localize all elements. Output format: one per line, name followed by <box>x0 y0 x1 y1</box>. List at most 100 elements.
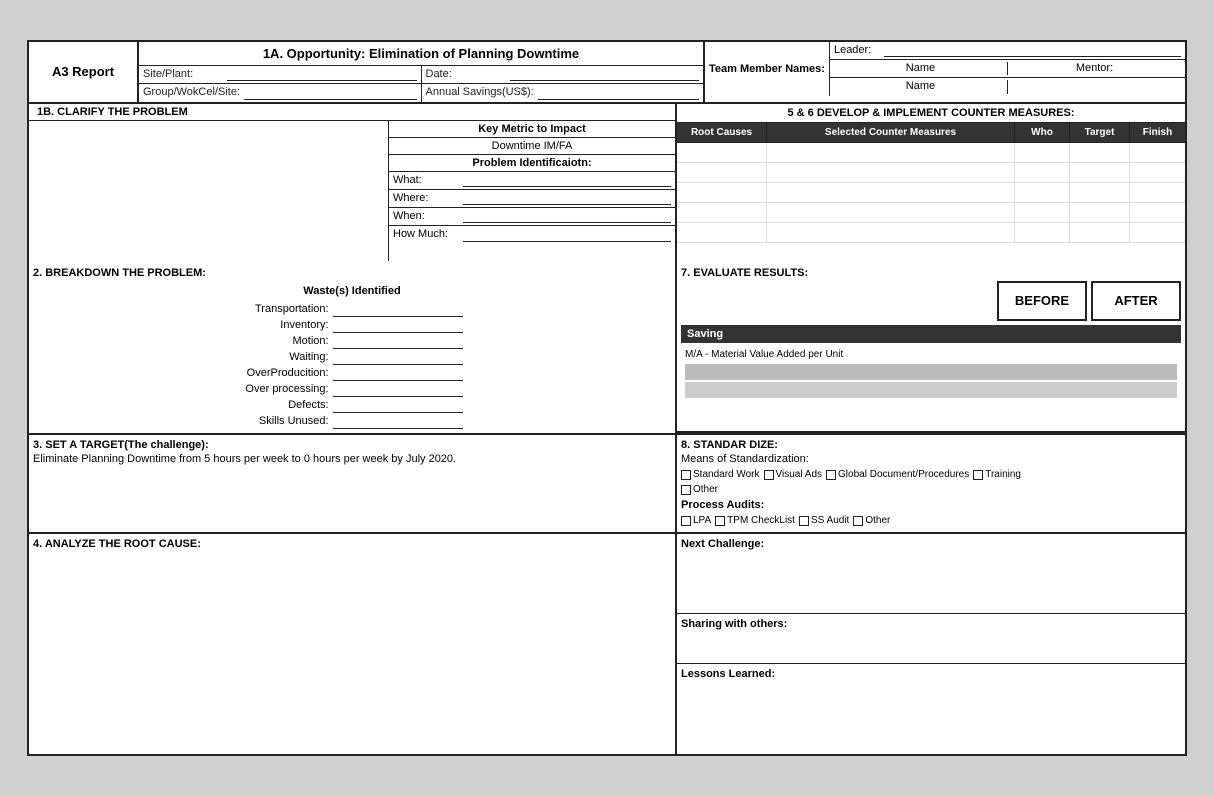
header-right: Team Member Names: Leader: Name Mentor: … <box>705 42 1185 102</box>
team-member-section: Team Member Names: Leader: Name Mentor: … <box>705 42 1185 96</box>
section-3-8-row: 3. SET A TARGET(The challenge): Eliminat… <box>29 435 1185 534</box>
clarify-body: Key Metric to Impact Downtime IM/FA Prob… <box>29 121 675 261</box>
when-label: When: <box>393 210 463 223</box>
waste-input-motion[interactable] <box>333 333 463 349</box>
waste-row-transport: Transportation: <box>241 301 462 317</box>
cb-ss[interactable]: SS Audit <box>799 515 849 526</box>
cb-lpa-box[interactable] <box>681 516 691 526</box>
sharing-section: Sharing with others: <box>677 614 1185 664</box>
section-8-title: 8. STANDAR DIZE: <box>681 439 1181 451</box>
col-finish: Finish <box>1130 123 1185 142</box>
lessons-title: Lessons Learned: <box>681 668 1181 680</box>
waste-input-skills[interactable] <box>333 413 463 429</box>
wastes-section: Waste(s) Identified Transportation: Inve… <box>33 281 671 430</box>
saving-content: M/A - Material Value Added per Unit <box>681 343 1181 404</box>
cb-standard-work[interactable]: Standard Work <box>681 469 760 480</box>
cb-other-box[interactable] <box>681 485 691 495</box>
name-row-1: Name Mentor: <box>830 60 1185 78</box>
checkboxes-row-2: Other <box>681 482 1181 497</box>
cb-training[interactable]: Training <box>973 469 1021 480</box>
col-selected-measures: Selected Counter Measures <box>767 123 1015 142</box>
section-3-text: Eliminate Planning Downtime from 5 hours… <box>33 451 671 467</box>
saving-item: M/A - Material Value Added per Unit <box>685 347 1177 362</box>
key-metric-label: Key Metric to Impact <box>389 121 675 138</box>
cb-visual-ads[interactable]: Visual Ads <box>764 469 823 480</box>
cb-tpm-box[interactable] <box>715 516 725 526</box>
counter-row-5 <box>677 223 1185 243</box>
what-row: What: <box>389 172 675 190</box>
waste-label-motion: Motion: <box>241 333 332 349</box>
section-8-inner: 8. STANDAR DIZE: Means of Standardizatio… <box>677 435 1185 532</box>
date-label: Date: <box>426 68 506 81</box>
waste-row-overproduction: OverProducition: <box>241 365 462 381</box>
col-target: Target <box>1070 123 1130 142</box>
cb-visual-box[interactable] <box>764 470 774 480</box>
name-cell-1: Name <box>834 62 1008 75</box>
clarify-left <box>29 121 389 261</box>
cb-visual-label: Visual Ads <box>776 469 823 480</box>
date-input[interactable] <box>510 68 700 81</box>
section-3-inner: 3. SET A TARGET(The challenge): Eliminat… <box>29 435 675 471</box>
mentor-value <box>1008 80 1181 94</box>
cb-standard-box[interactable] <box>681 470 691 480</box>
cb-tpm[interactable]: TPM CheckList <box>715 515 795 526</box>
section-7-inner: 7. EVALUATE RESULTS: BEFORE AFTER Saving… <box>677 261 1185 408</box>
waste-input-defects[interactable] <box>333 397 463 413</box>
site-input[interactable] <box>227 68 417 81</box>
next-challenge-section: Next Challenge: <box>677 534 1185 614</box>
cb-tpm-label: TPM CheckList <box>727 515 795 526</box>
cb-training-label: Training <box>985 469 1021 480</box>
a3-label: A3 Report <box>29 42 139 102</box>
waste-input-inventory[interactable] <box>333 317 463 333</box>
section-3-title: 3. SET A TARGET(The challenge): <box>33 439 671 451</box>
cb-other2[interactable]: Other <box>853 515 890 526</box>
group-input[interactable] <box>244 86 416 100</box>
counter-row-2 <box>677 163 1185 183</box>
before-box: BEFORE <box>997 281 1087 321</box>
saving-bar-2 <box>685 382 1177 398</box>
before-after: BEFORE AFTER <box>681 281 1181 321</box>
how-much-input[interactable] <box>463 228 671 242</box>
waste-row-motion: Motion: <box>241 333 462 349</box>
cb-ss-box[interactable] <box>799 516 809 526</box>
clarify-header: 1B. CLARIFY THE PROBLEM <box>29 104 675 121</box>
wastes-title: Waste(s) Identified <box>33 281 671 301</box>
when-input[interactable] <box>463 210 671 223</box>
leader-row: Leader: <box>830 42 1185 60</box>
wastes-table: Transportation: Inventory: Motion: <box>241 301 462 430</box>
section-7-title: 7. EVALUATE RESULTS: <box>681 265 1181 281</box>
problem-id-label: Problem Identificaiotn: <box>389 155 675 172</box>
waste-label-skills: Skills Unused: <box>241 413 332 429</box>
section-4-bottom-row: 4. ANALYZE THE ROOT CAUSE: Next Challeng… <box>29 534 1185 754</box>
section-2-title: 2. BREAKDOWN THE PROBLEM: <box>33 265 671 281</box>
name-row-2: Name <box>830 78 1185 96</box>
what-input[interactable] <box>463 174 671 187</box>
cb-other[interactable]: Other <box>681 484 718 495</box>
waste-input-overprocessing[interactable] <box>333 381 463 397</box>
key-metric-value: Downtime IM/FA <box>389 138 675 155</box>
a3-report-page: A3 Report 1A. Opportunity: Elimination o… <box>27 40 1187 757</box>
cb-lpa-label: LPA <box>693 515 711 526</box>
waste-input-waiting[interactable] <box>333 349 463 365</box>
mentor-cell: Mentor: <box>1008 62 1181 75</box>
cb-global-doc[interactable]: Global Document/Procedures <box>826 469 969 480</box>
section-1b-title: 1B. CLARIFY THE PROBLEM <box>33 104 192 120</box>
savings-input[interactable] <box>538 86 699 100</box>
header-row: A3 Report 1A. Opportunity: Elimination o… <box>29 42 1185 104</box>
cb-training-box[interactable] <box>973 470 983 480</box>
where-input[interactable] <box>463 192 671 205</box>
site-row: Site/Plant: <box>139 66 421 84</box>
how-much-row: How Much: <box>389 226 675 244</box>
section-2: 2. BREAKDOWN THE PROBLEM: Waste(s) Ident… <box>29 261 677 434</box>
cb-global-box[interactable] <box>826 470 836 480</box>
clarify-right: Key Metric to Impact Downtime IM/FA Prob… <box>389 121 675 261</box>
waste-input-transport[interactable] <box>333 301 463 317</box>
where-row: Where: <box>389 190 675 208</box>
leader-input[interactable] <box>884 44 1181 57</box>
date-row: Date: <box>422 66 704 84</box>
group-row: Group/WokCel/Site: <box>139 84 421 102</box>
waste-label-defects: Defects: <box>241 397 332 413</box>
cb-other2-box[interactable] <box>853 516 863 526</box>
cb-lpa[interactable]: LPA <box>681 515 711 526</box>
waste-input-overproduction[interactable] <box>333 365 463 381</box>
